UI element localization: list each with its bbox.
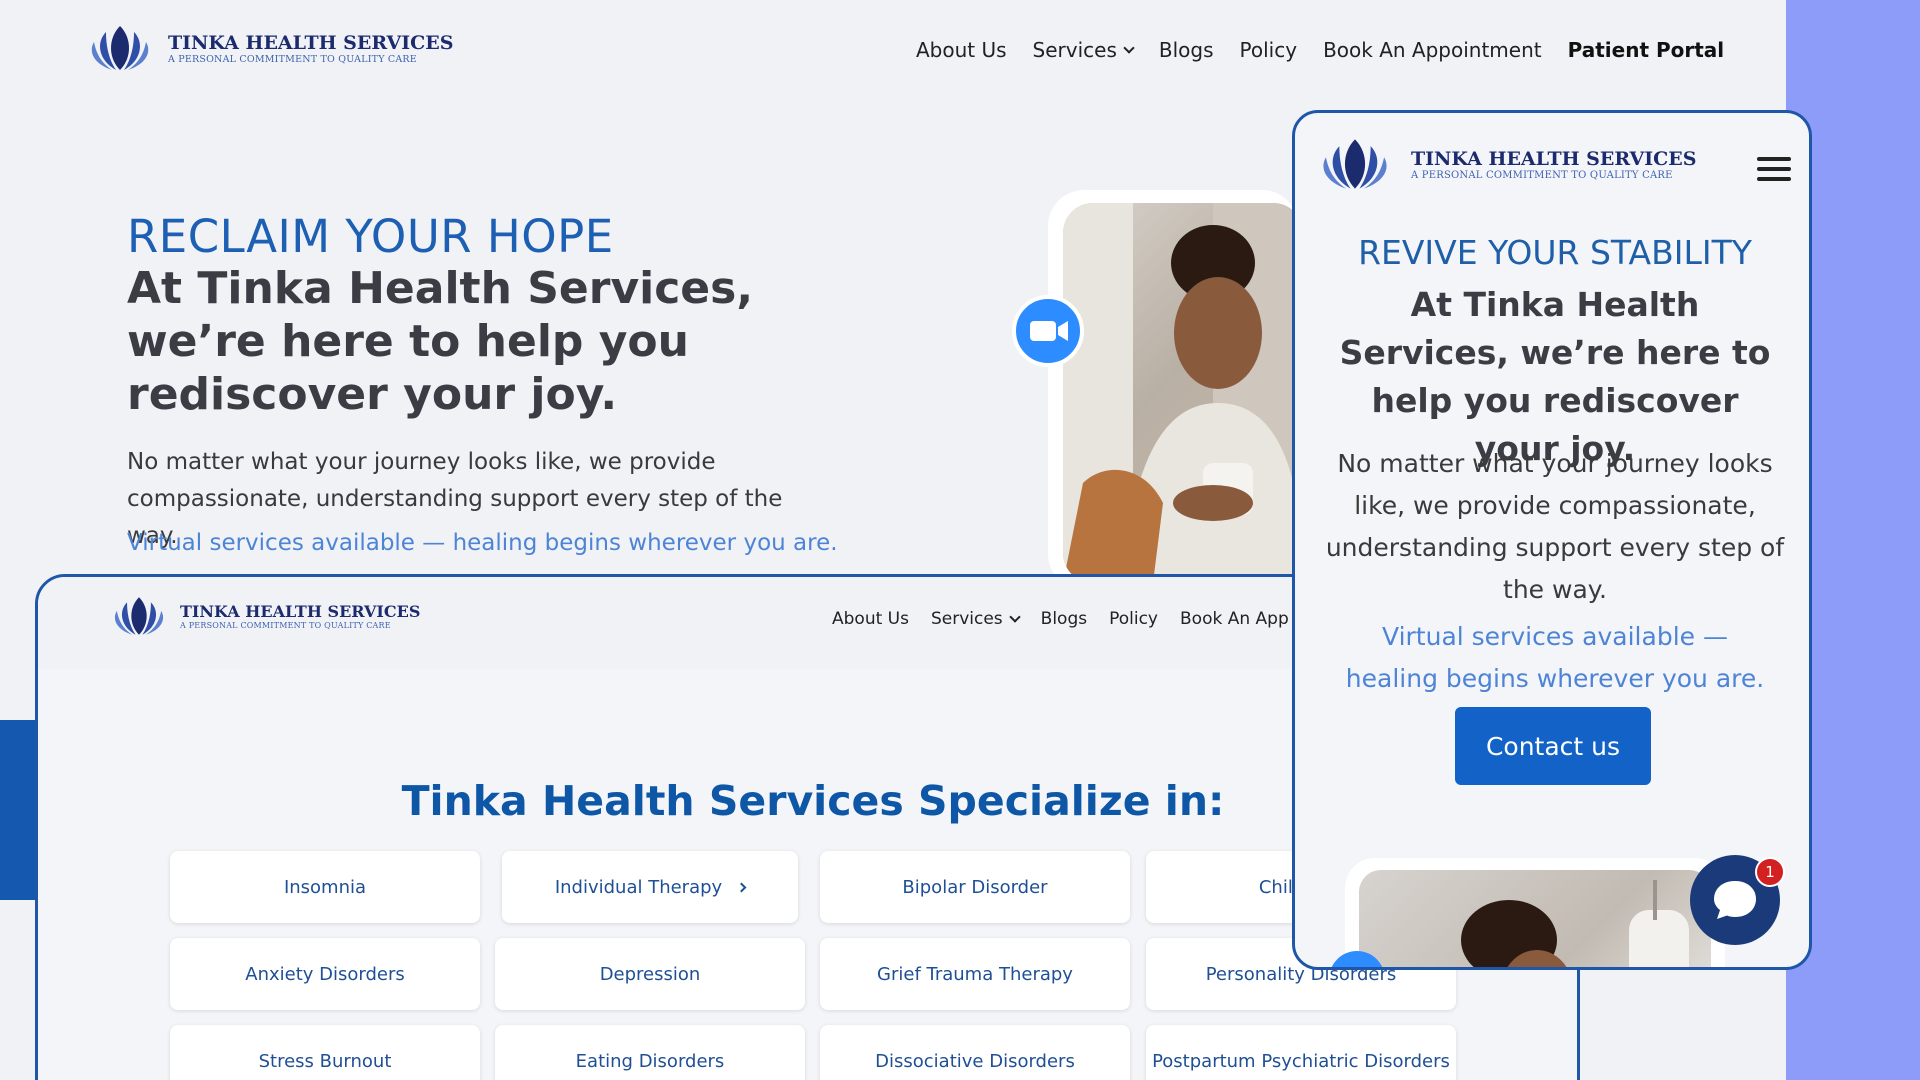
specialty-chip[interactable]: Postpartum Psychiatric Disorders <box>1146 1025 1456 1080</box>
nav-book-appointment[interactable]: Book An Appointment <box>1323 38 1542 62</box>
site-logo-secondary[interactable]: TINKA HEALTH SERVICES A PERSONAL COMMITM… <box>110 595 420 637</box>
logo-title: TINKA HEALTH SERVICES <box>168 31 454 54</box>
logo-tagline: A PERSONAL COMMITMENT TO QUALITY CARE <box>168 53 417 65</box>
logo-title: TINKA HEALTH SERVICES <box>180 602 421 621</box>
specialty-chip[interactable]: Eating Disorders <box>495 1025 805 1080</box>
specialty-chip[interactable]: Depression <box>495 938 805 1010</box>
hero-eyebrow: RECLAIM YOUR HOPE <box>127 210 614 263</box>
lotus-logo-icon <box>91 26 149 70</box>
nav-services[interactable]: Services <box>930 609 1021 629</box>
site-logo-mobile[interactable]: TINKA HEALTH SERVICES A PERSONAL COMMITM… <box>1317 137 1696 191</box>
specialty-chip[interactable]: Anxiety Disorders <box>170 938 480 1010</box>
hero-virtual-note: Virtual services available — healing beg… <box>127 530 838 556</box>
zoom-video-icon <box>1030 321 1068 341</box>
chevron-right-icon <box>736 882 747 892</box>
nav-about-us[interactable]: About Us <box>832 609 909 629</box>
hamburger-menu-icon[interactable] <box>1757 157 1791 181</box>
logo-title: TINKA HEALTH SERVICES <box>1411 147 1697 170</box>
logo-tagline: A PERSONAL COMMITMENT TO QUALITY CARE <box>180 621 391 630</box>
nav-services-label: Services <box>1032 38 1117 62</box>
logo-tagline: A PERSONAL COMMITMENT TO QUALITY CARE <box>1411 169 1673 181</box>
lotus-logo-icon <box>114 597 164 635</box>
video-call-button[interactable] <box>1012 295 1084 367</box>
nav-links: About Us Services Blogs Policy Book An A… <box>916 38 1724 62</box>
decorative-strip <box>0 720 35 900</box>
specialty-chip[interactable]: Grief Trauma Therapy <box>820 938 1130 1010</box>
nav-services-label: Services <box>930 609 1003 629</box>
mobile-eyebrow: REVIVE YOUR STABILITY <box>1358 233 1752 272</box>
specialty-chip[interactable]: Insomnia <box>170 851 480 923</box>
nav-blogs[interactable]: Blogs <box>1159 38 1214 62</box>
main-navbar: TINKA HEALTH SERVICES A PERSONAL COMMITM… <box>0 0 1786 100</box>
nav-book-appointment[interactable]: Book An App <box>1180 609 1289 629</box>
nav-blogs[interactable]: Blogs <box>1041 609 1087 629</box>
hero-title: At Tinka Health Services, we’re here to … <box>127 263 754 420</box>
specialty-chip[interactable]: Stress Burnout <box>170 1025 480 1080</box>
nav-policy[interactable]: Policy <box>1240 38 1298 62</box>
nav-links-secondary: About Us Services Blogs Policy Book An A… <box>832 609 1289 629</box>
nav-services[interactable]: Services <box>1032 38 1135 62</box>
specialty-chip[interactable]: Individual Therapy <box>502 851 798 923</box>
mobile-preview: TINKA HEALTH SERVICES A PERSONAL COMMITM… <box>1292 110 1812 970</box>
hero-photo <box>1063 203 1303 583</box>
specialty-chip[interactable]: Dissociative Disorders <box>820 1025 1130 1080</box>
mobile-description: No matter what your journey looks like, … <box>1325 449 1785 604</box>
woman-with-mug-illustration <box>1063 203 1303 583</box>
specialty-chip[interactable]: Bipolar Disorder <box>820 851 1130 923</box>
lotus-logo-icon <box>1323 139 1387 189</box>
notification-badge: 1 <box>1755 857 1785 887</box>
nav-patient-portal[interactable]: Patient Portal <box>1568 38 1725 62</box>
chevron-down-icon <box>1008 610 1021 623</box>
nav-policy[interactable]: Policy <box>1109 609 1158 629</box>
nav-about-us[interactable]: About Us <box>916 38 1007 62</box>
contact-us-button[interactable]: Contact us <box>1455 707 1651 785</box>
mobile-hero-photo <box>1359 870 1711 967</box>
site-logo[interactable]: TINKA HEALTH SERVICES A PERSONAL COMMITM… <box>86 24 453 72</box>
chevron-down-icon <box>1123 41 1135 54</box>
mobile-virtual-note: Virtual services available — healing beg… <box>1345 622 1765 693</box>
